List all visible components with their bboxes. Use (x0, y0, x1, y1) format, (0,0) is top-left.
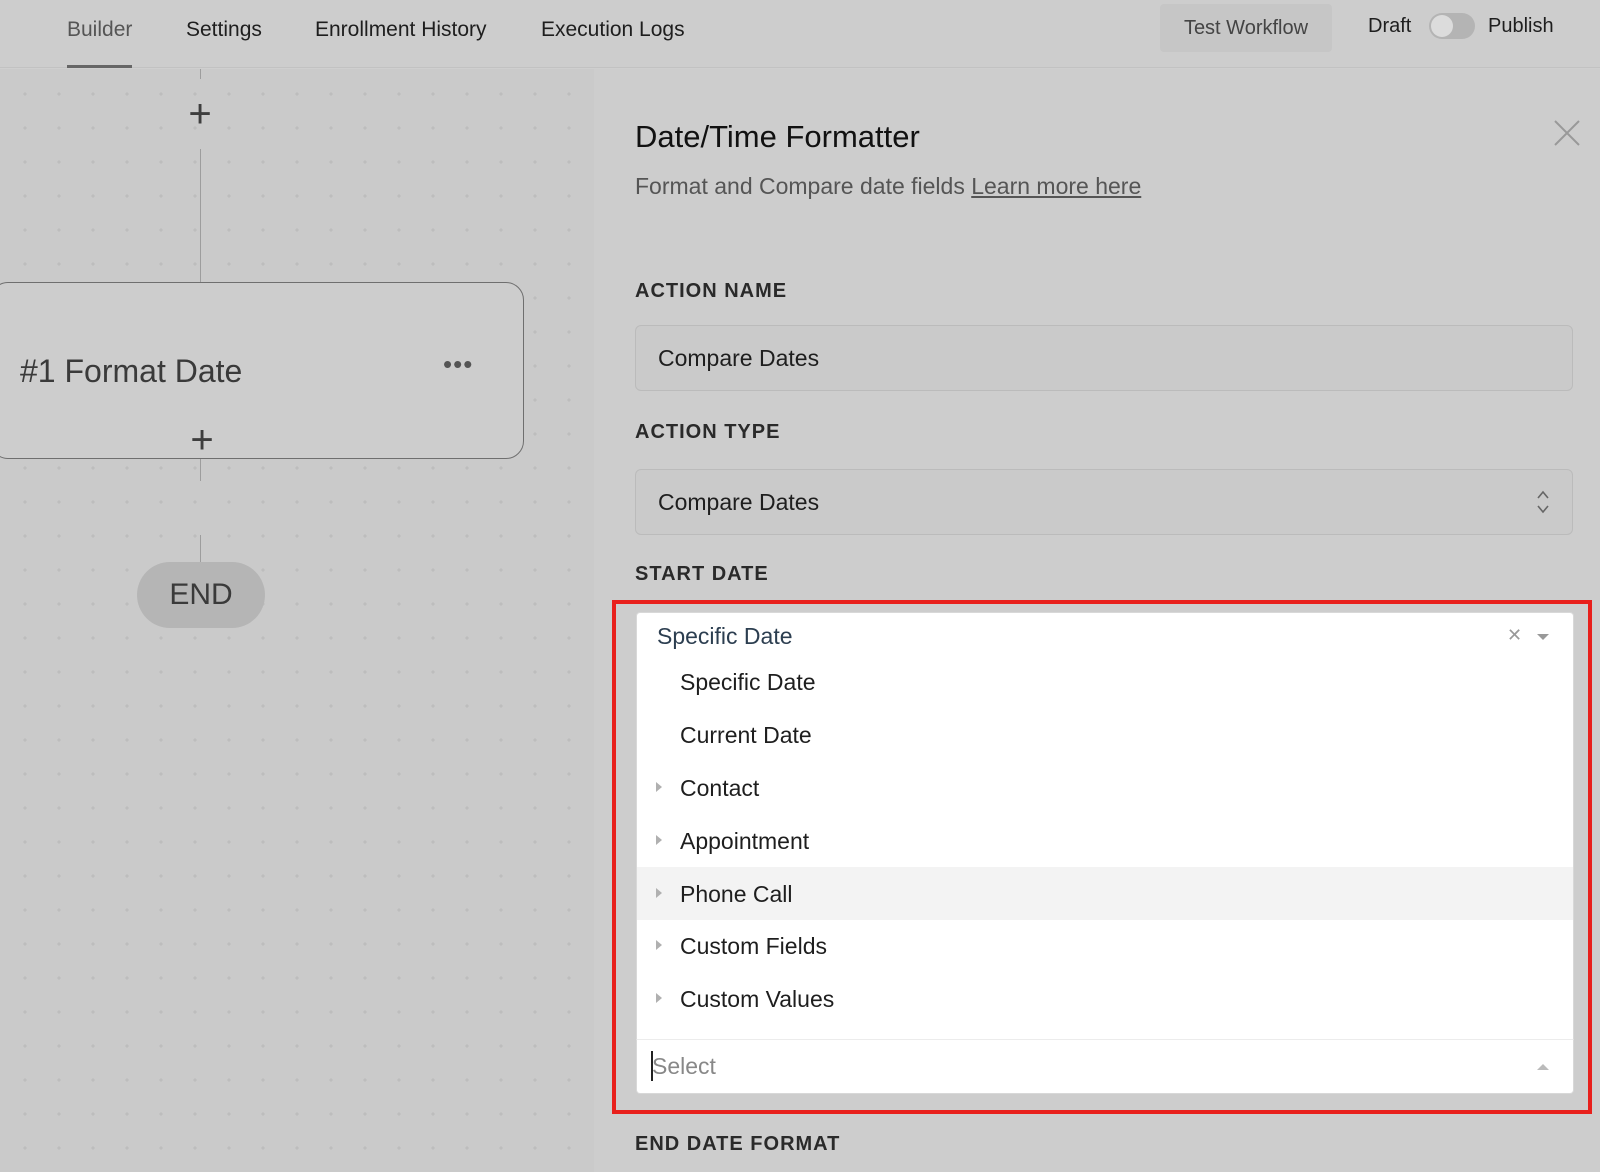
option-label: Custom Values (680, 986, 835, 1012)
start-date-label: START DATE (635, 563, 769, 585)
connector-line (200, 149, 201, 282)
option-label: Phone Call (680, 881, 793, 907)
connector-line (200, 69, 201, 79)
dropdown-option-appointment[interactable]: Appointment (637, 814, 1573, 867)
action-name-input[interactable]: Compare Dates (635, 325, 1573, 391)
end-node: END (137, 562, 265, 628)
option-label: Current Date (680, 722, 812, 748)
top-navigation-bar: Builder Settings Enrollment History Exec… (0, 0, 1600, 68)
expand-arrow-icon[interactable] (656, 888, 662, 898)
updown-chevron-icon (1537, 490, 1549, 514)
tab-enrollment-history[interactable]: Enrollment History (315, 18, 487, 68)
dropdown-option-phone-call[interactable]: Phone Call (637, 867, 1573, 920)
search-placeholder: Select (652, 1053, 716, 1079)
start-date-dropdown-menu: Specific Date Current Date Contact Appoi… (636, 655, 1574, 1039)
more-options-icon[interactable]: ••• (443, 349, 473, 380)
node-title: #1 Format Date (20, 353, 243, 389)
start-date-selected-value: Specific Date (657, 623, 793, 649)
publish-label: Publish (1488, 15, 1554, 37)
clear-selection-icon[interactable]: ✕ (1507, 625, 1522, 646)
end-date-format-label: END DATE FORMAT (635, 1133, 841, 1155)
learn-more-link[interactable]: Learn more here (971, 173, 1141, 199)
action-name-value: Compare Dates (658, 344, 820, 371)
start-date-search-input[interactable]: Select (636, 1039, 1574, 1094)
tab-settings[interactable]: Settings (186, 18, 262, 68)
workflow-canvas[interactable]: + #1 Format Date ••• + END (0, 69, 594, 1172)
test-workflow-button[interactable]: Test Workflow (1160, 4, 1332, 52)
panel-title: Date/Time Formatter (635, 119, 920, 154)
action-name-label: ACTION NAME (635, 280, 788, 302)
expand-arrow-icon[interactable] (656, 782, 662, 792)
add-step-plus-icon[interactable]: + (183, 94, 217, 134)
tab-builder[interactable]: Builder (67, 18, 133, 68)
start-date-select[interactable]: Specific Date ✕ (636, 612, 1574, 655)
publish-toggle[interactable] (1429, 13, 1475, 39)
subtitle-text: Format and Compare date fields (635, 173, 965, 199)
option-label: Specific Date (680, 669, 816, 695)
connector-line (200, 535, 201, 562)
tab-execution-logs[interactable]: Execution Logs (541, 18, 685, 68)
toggle-knob (1431, 15, 1453, 37)
dropdown-option-contact[interactable]: Contact (637, 761, 1573, 814)
caret-down-icon[interactable] (1537, 634, 1549, 640)
option-label: Contact (680, 775, 760, 801)
action-type-select[interactable]: Compare Dates (635, 469, 1573, 535)
expand-arrow-icon[interactable] (656, 835, 662, 845)
add-step-plus-icon[interactable]: + (185, 420, 219, 460)
expand-arrow-icon[interactable] (656, 993, 662, 1003)
option-label: Custom Fields (680, 933, 827, 959)
action-type-label: ACTION TYPE (635, 421, 781, 443)
panel-subtitle: Format and Compare date fields Learn mor… (635, 173, 1141, 200)
connector-line (200, 459, 201, 481)
dropdown-option-current-date[interactable]: Current Date (637, 708, 1573, 761)
dropdown-option-custom-values[interactable]: Custom Values (637, 972, 1573, 1025)
draft-label: Draft (1368, 15, 1412, 37)
option-label: Appointment (680, 828, 810, 854)
action-type-value: Compare Dates (658, 488, 820, 515)
caret-up-icon[interactable] (1537, 1064, 1549, 1070)
expand-arrow-icon[interactable] (656, 940, 662, 950)
close-icon[interactable] (1552, 118, 1582, 148)
workflow-step-node[interactable]: #1 Format Date ••• (0, 282, 524, 459)
dropdown-option-specific-date[interactable]: Specific Date (637, 655, 1573, 708)
dropdown-option-custom-fields[interactable]: Custom Fields (637, 919, 1573, 972)
